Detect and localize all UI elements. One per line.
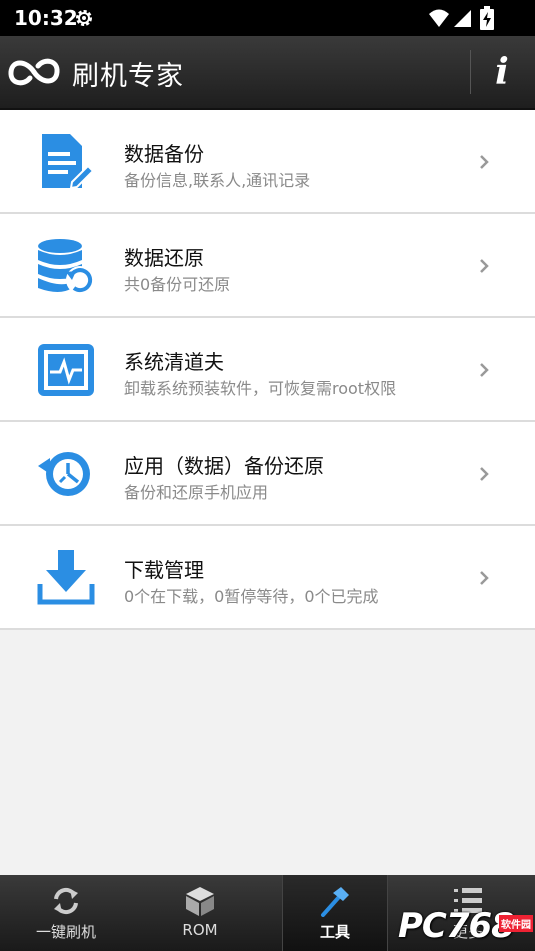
tool-title: 下载管理 [124,558,204,582]
battery-charging-icon [480,6,494,30]
app-logo-icon [8,58,60,86]
signal-icon [454,10,471,27]
monitor-pulse-icon [38,344,94,396]
refresh-icon [54,887,78,915]
header-divider [470,50,471,94]
watermark-tag: 软件园 [499,915,533,932]
tool-item-data-backup[interactable]: 数据备份 备份信息,联系人,通讯记录 [0,110,535,214]
tool-list: 数据备份 备份信息,联系人,通讯记录 数据还原 共0备份可还原 系统清道夫 卸载… [0,110,535,630]
status-bar: 10:32 [0,0,535,36]
info-icon: i [495,51,509,93]
chevron-right-icon [480,363,489,377]
tool-subtitle: 卸载系统预装软件，可恢复需root权限 [124,379,397,398]
tab-label: 工具 [319,923,350,941]
restore-clock-icon [38,452,90,496]
tool-title: 应用（数据）备份还原 [124,454,324,478]
info-button[interactable]: i [476,46,528,98]
download-icon [37,550,95,605]
chevron-right-icon [480,259,489,273]
tool-item-data-restore[interactable]: 数据还原 共0备份可还原 [0,214,535,318]
tool-subtitle: 0个在下载，0暂停等待，0个已完成 [124,587,379,606]
box-icon [186,887,214,916]
tool-item-app-backup-restore[interactable]: 应用（数据）备份还原 备份和还原手机应用 [0,422,535,526]
wifi-icon [429,9,449,27]
tool-subtitle: 共0备份可还原 [124,275,231,294]
tab-rom[interactable]: ROM [148,875,252,951]
tab-one-click-flash[interactable]: 一键刷机 [14,875,118,951]
chevron-right-icon [480,155,489,169]
tab-label: ROM [182,921,218,939]
chevron-right-icon [480,467,489,481]
tool-item-system-cleaner[interactable]: 系统清道夫 卸载系统预装软件，可恢复需root权限 [0,318,535,422]
app-header: 刷机专家 i [0,36,535,110]
tool-item-download-manager[interactable]: 下载管理 0个在下载，0暂停等待，0个已完成 [0,526,535,630]
document-edit-icon [42,134,95,190]
page-title: 刷机专家 [72,61,184,92]
tab-tools[interactable]: 工具 [282,875,388,951]
database-restore-icon [38,239,94,294]
tool-title: 系统清道夫 [124,350,224,374]
tool-title: 数据还原 [124,246,204,270]
hammer-icon [321,887,349,917]
tool-title: 数据备份 [124,142,204,166]
chevron-right-icon [480,571,489,585]
gear-icon [76,10,92,26]
status-time: 10:32 [14,6,78,30]
tool-subtitle: 备份和还原手机应用 [124,483,269,502]
tab-label: 一键刷机 [35,923,96,941]
tool-subtitle: 备份信息,联系人,通讯记录 [124,171,311,190]
